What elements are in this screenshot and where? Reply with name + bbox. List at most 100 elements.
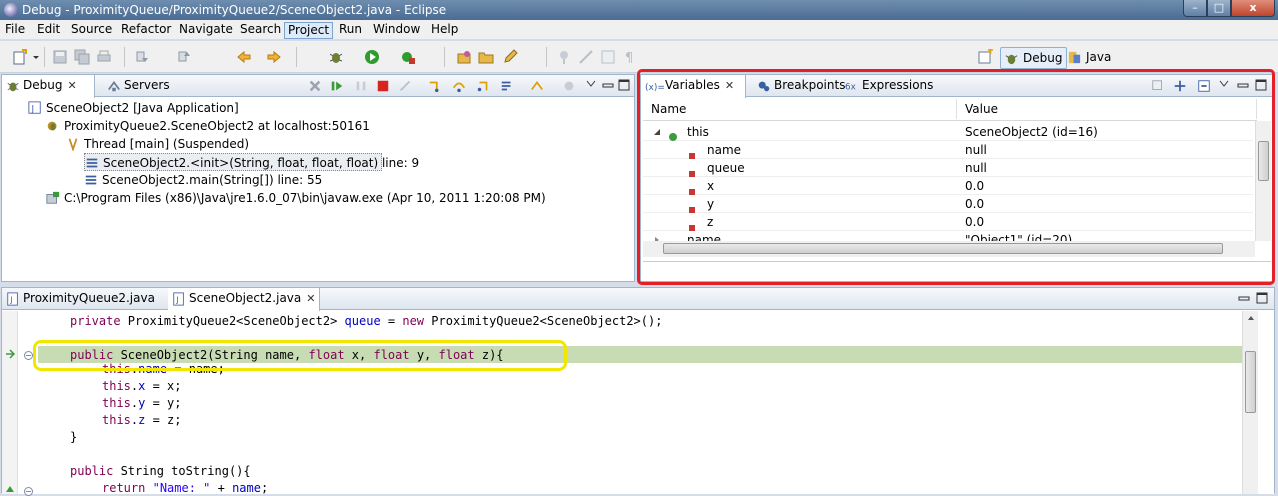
debug-view-tabstrip: Debug ✕ Servers	[2, 75, 634, 98]
menu-source[interactable]: Source	[68, 22, 115, 39]
editor-vertical-ruler[interactable]	[2, 311, 18, 494]
open-perspective-icon[interactable]	[978, 49, 994, 65]
step-over-icon[interactable]	[452, 79, 466, 93]
code-line: private ProximityQueue2<SceneObject2> qu…	[70, 314, 663, 328]
drop-to-frame-icon[interactable]	[500, 79, 514, 93]
editor-overview-ruler[interactable]	[1258, 311, 1274, 494]
java-perspective-icon	[1068, 51, 1081, 64]
tab-label: SceneObject2.java	[189, 291, 302, 305]
tab-proximityqueue2-java[interactable]: J ProximityQueue2.java	[2, 288, 166, 310]
new-icon[interactable]	[12, 49, 28, 65]
suspend-icon[interactable]	[354, 79, 368, 93]
maximize-button[interactable]: □	[1207, 0, 1231, 17]
tab-debug[interactable]: Debug ✕	[2, 75, 95, 98]
editor-folding-ruler[interactable]	[18, 311, 38, 496]
terminate-icon[interactable]	[376, 79, 390, 93]
servers-icon	[108, 81, 120, 92]
tree-item-label: SceneObject2.main(String[]) line: 55	[102, 173, 323, 187]
eclipse-logo-icon	[4, 3, 18, 17]
close-tab-icon[interactable]: ✕	[306, 292, 315, 305]
show-whitespace-icon[interactable]: ¶	[622, 49, 638, 65]
toolbar-separator	[444, 47, 445, 67]
collapse-fold-icon[interactable]	[24, 487, 33, 496]
chevron-down-icon[interactable]	[586, 79, 596, 89]
print-icon[interactable]	[96, 49, 112, 65]
instruction-pointer-icon	[6, 349, 15, 359]
menu-run[interactable]: Run	[336, 22, 365, 39]
code-editor[interactable]: private ProximityQueue2<SceneObject2> qu…	[38, 311, 1242, 494]
minimize-view-icon[interactable]	[602, 79, 614, 91]
debug-view: Debug ✕ Servers J SceneObject2 [Java Appl…	[1, 74, 635, 282]
pin-icon[interactable]	[556, 49, 572, 65]
variables-highlight-frame	[637, 69, 1275, 285]
tab-debug-label: Debug	[23, 78, 63, 92]
tab-servers[interactable]: Servers	[103, 75, 170, 97]
minimize-button[interactable]: –	[1183, 0, 1207, 17]
previous-annotation-icon[interactable]	[176, 49, 192, 65]
editor-tabstrip: J ProximityQueue2.java J SceneObject2.ja…	[2, 288, 1274, 311]
code-line: this.y = y;	[102, 396, 182, 410]
editor-vertical-scrollbar[interactable]	[1242, 311, 1258, 494]
run-icon[interactable]	[364, 49, 380, 65]
title-bar: Debug - ProximityQueue/ProximityQueue2/S…	[0, 0, 1278, 20]
open-folder-icon[interactable]	[478, 49, 494, 65]
scroll-thumb[interactable]	[1245, 351, 1256, 413]
save-icon[interactable]	[52, 49, 68, 65]
chevron-down-icon[interactable]	[32, 49, 40, 65]
scroll-up-arrow-icon[interactable]	[1247, 315, 1255, 321]
block-selection-icon[interactable]	[600, 49, 616, 65]
menu-file[interactable]: File	[2, 22, 28, 39]
menu-help[interactable]: Help	[428, 22, 461, 39]
use-step-filters-icon[interactable]	[530, 79, 544, 93]
menu-refactor[interactable]: Refactor	[118, 22, 174, 39]
forward-arrow-icon[interactable]	[266, 49, 282, 65]
resume-icon[interactable]	[330, 79, 344, 93]
disconnect-icon[interactable]	[398, 79, 412, 93]
maximize-view-icon[interactable]	[1256, 292, 1268, 304]
svg-text:J: J	[31, 105, 35, 115]
collapse-fold-icon[interactable]	[24, 351, 33, 360]
svg-text:J: J	[9, 296, 12, 305]
stack-frame-icon	[85, 175, 97, 185]
new-java-package-icon[interactable]	[456, 49, 472, 65]
view-menu-icon[interactable]	[562, 79, 576, 93]
save-all-icon[interactable]	[74, 49, 90, 65]
java-file-icon: J	[173, 292, 184, 306]
toggle-mark-icon[interactable]	[578, 49, 594, 65]
tab-sceneobject2-java[interactable]: J SceneObject2.java ✕	[168, 288, 320, 311]
toolbar-separator	[546, 47, 547, 67]
svg-text:¶: ¶	[625, 51, 633, 65]
menu-navigate[interactable]: Navigate	[176, 22, 236, 39]
remove-terminated-icon[interactable]	[308, 79, 322, 93]
menu-search[interactable]: Search	[237, 22, 284, 39]
perspective-java-button[interactable]: Java	[1064, 47, 1115, 69]
tree-item-stack-frame-init[interactable]: SceneObject2.<init>(String, float, float…	[84, 153, 419, 171]
perspective-debug-label: Debug	[1023, 51, 1063, 65]
step-into-icon[interactable]	[428, 79, 442, 93]
toolbar-separator	[44, 47, 45, 67]
code-line: return "Name: " + name;	[102, 481, 269, 494]
close-tab-icon[interactable]: ✕	[67, 79, 76, 92]
code-line: }	[70, 430, 78, 444]
next-annotation-icon[interactable]	[134, 49, 150, 65]
perspective-debug-button[interactable]: Debug	[1000, 47, 1068, 69]
pencil-icon[interactable]	[502, 49, 518, 65]
close-button[interactable]: x	[1231, 0, 1275, 17]
menu-bar: File Edit Source Refactor Navigate Searc…	[0, 20, 1278, 40]
tab-label: ProximityQueue2.java	[23, 291, 155, 305]
menu-project[interactable]: Project	[284, 22, 334, 39]
menu-edit[interactable]: Edit	[34, 22, 63, 39]
svg-text:J: J	[175, 296, 178, 305]
java-file-icon: J	[7, 292, 18, 306]
tree-item-label: Thread [main] (Suspended)	[84, 137, 249, 151]
java-application-icon: J	[28, 101, 41, 115]
debug-bug-icon[interactable]	[328, 49, 344, 65]
step-return-icon[interactable]	[476, 79, 490, 93]
process-icon	[46, 191, 60, 204]
external-tools-icon[interactable]	[400, 49, 416, 65]
debug-target-icon	[47, 121, 57, 131]
back-arrow-icon[interactable]	[236, 49, 252, 65]
minimize-view-icon[interactable]	[1238, 292, 1250, 304]
menu-window[interactable]: Window	[370, 22, 423, 39]
maximize-view-icon[interactable]	[618, 79, 630, 91]
